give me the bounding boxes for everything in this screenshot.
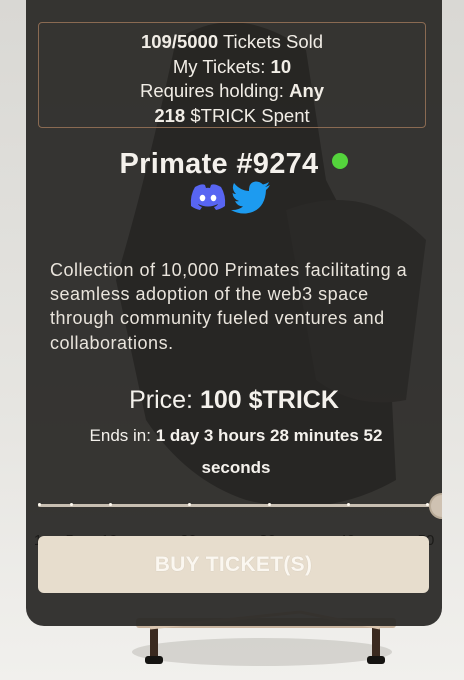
slider-tick-20 bbox=[188, 503, 192, 506]
countdown-label: Ends in: bbox=[89, 426, 156, 445]
price-label: Price: bbox=[129, 386, 200, 414]
discord-icon[interactable] bbox=[188, 182, 228, 212]
status-indicator bbox=[332, 153, 349, 169]
my-tickets-label: My Tickets: bbox=[172, 55, 271, 77]
tickets-sold-count: 109/5000 bbox=[140, 31, 219, 52]
slider-tick-10 bbox=[109, 503, 113, 506]
twitter-icon[interactable] bbox=[230, 180, 272, 214]
slider-tick-40 bbox=[346, 503, 350, 506]
raffle-card: 109/5000 Tickets Sold My Tickets: 10 Req… bbox=[26, 0, 442, 626]
countdown-value: 1 day 3 hours 28 minutes 52 seconds bbox=[155, 426, 383, 477]
tickets-sold-label: Tickets Sold bbox=[218, 31, 324, 52]
requires-holding-line: Requires holding: Any bbox=[39, 79, 425, 104]
nft-title: Primate #9274 bbox=[119, 148, 319, 180]
social-links bbox=[188, 180, 272, 214]
slider-tick-30 bbox=[267, 503, 271, 506]
slider-tick-5 bbox=[69, 503, 73, 506]
buy-tickets-button[interactable]: BUY TICKET(S) bbox=[38, 536, 429, 593]
requires-holding-value: Any bbox=[289, 80, 325, 101]
my-tickets-line: My Tickets: 10 bbox=[39, 55, 425, 80]
countdown: Ends in: 1 day 3 hours 28 minutes 52 sec… bbox=[86, 420, 386, 484]
requires-holding-label: Requires holding: bbox=[139, 80, 290, 101]
price-line: Price: 100 $TRICK bbox=[26, 386, 442, 415]
price-value: 100 $TRICK bbox=[199, 386, 339, 414]
nft-title-row: Primate #9274 bbox=[26, 148, 442, 181]
nft-description: Collection of 10,000 Primates facilitati… bbox=[50, 260, 408, 353]
tickets-sold-line: 109/5000 Tickets Sold bbox=[39, 30, 425, 55]
my-tickets-value: 10 bbox=[270, 55, 292, 77]
spent-value: 218 bbox=[154, 104, 186, 126]
raffle-info-box: 109/5000 Tickets Sold My Tickets: 10 Req… bbox=[38, 22, 426, 128]
ticket-quantity-slider[interactable] bbox=[38, 503, 430, 507]
slider-tick-1 bbox=[38, 503, 41, 506]
spent-label: $TRICK Spent bbox=[185, 104, 310, 126]
spent-line: 218 $TRICK Spent bbox=[39, 104, 425, 129]
